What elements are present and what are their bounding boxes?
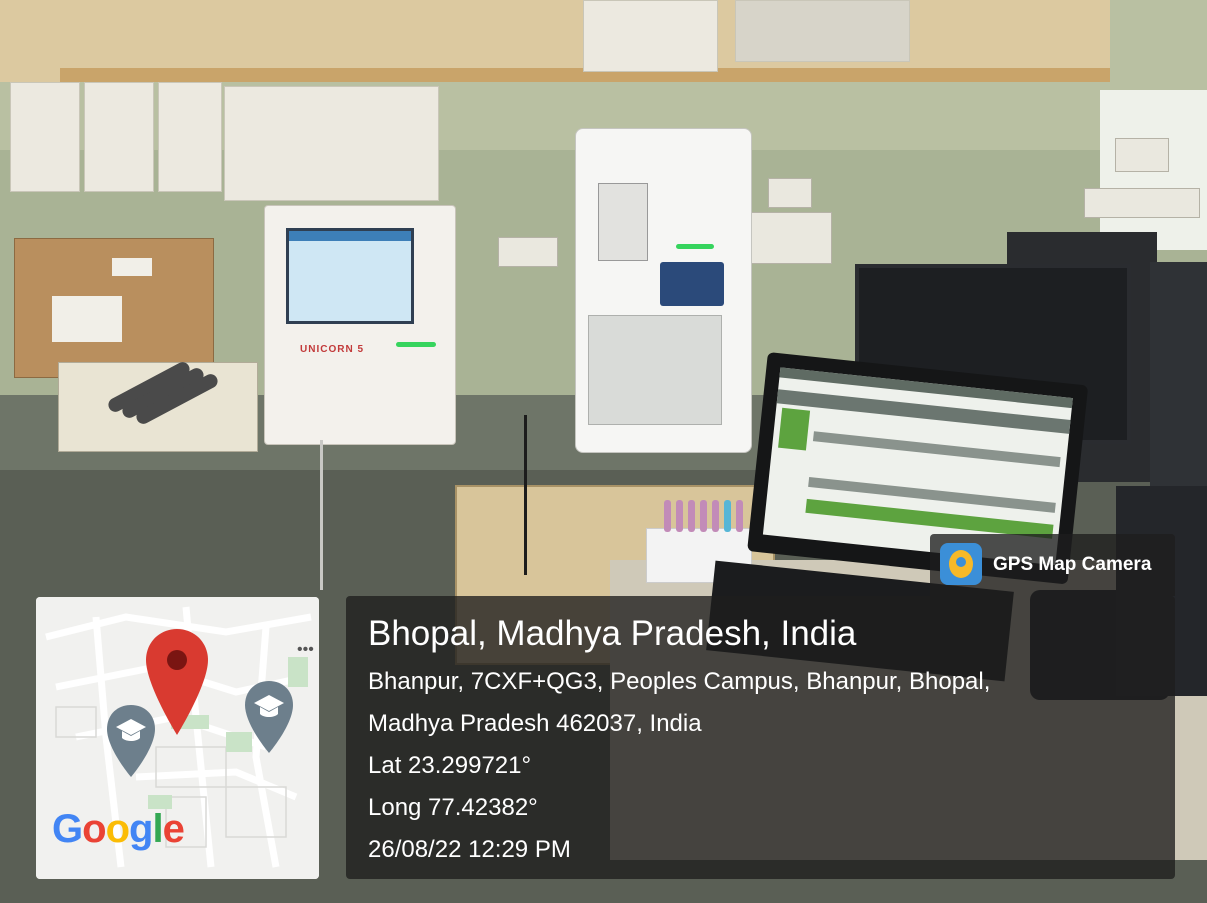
timestamp: 26/08/22 12:29 PM [368, 836, 571, 863]
map-more-icon: ••• [297, 641, 314, 658]
school-marker-icon [245, 681, 293, 753]
sample-tube [724, 500, 731, 532]
printer-slot [598, 183, 648, 261]
map-thumbnail[interactable]: ••• Google [36, 597, 319, 879]
analyzer-screen-bar [289, 231, 411, 241]
address-line-2: Madhya Pradesh 462037, India [368, 710, 702, 737]
keypad [660, 262, 724, 306]
power-socket [1084, 188, 1200, 218]
screen-row [812, 431, 1061, 468]
sample-tube [700, 500, 707, 532]
sample-tube [664, 500, 671, 532]
location-title: Bhopal, Madhya Pradesh, India [368, 614, 857, 653]
box-label [52, 296, 122, 342]
wall-paper [158, 82, 222, 192]
power-socket [498, 237, 558, 267]
wall-paper [84, 82, 154, 192]
google-logo: Google [52, 807, 185, 851]
printer-panel [588, 315, 722, 425]
sample-tube [688, 500, 695, 532]
power-socket [750, 212, 832, 264]
gps-camera-icon [940, 543, 982, 585]
wall-paper [735, 0, 910, 62]
analyzer-led [396, 342, 436, 347]
wall-paper [10, 82, 80, 192]
sample-tube [736, 500, 743, 532]
address-line-1: Bhanpur, 7CXF+QG3, Peoples Campus, Bhanp… [368, 668, 991, 695]
school-marker-icon [107, 705, 155, 777]
analyzer-screen [286, 228, 414, 324]
sample-tube [676, 500, 683, 532]
cable [524, 415, 527, 575]
wall-paper [224, 86, 439, 201]
cable [320, 440, 323, 590]
gps-camera-pin-dot [956, 557, 966, 567]
gps-camera-label: GPS Map Camera [993, 554, 1152, 575]
latitude: Lat 23.299721° [368, 752, 532, 779]
sample-tube [712, 500, 719, 532]
power-socket [768, 178, 812, 208]
display-led [676, 244, 714, 249]
power-socket [1115, 138, 1169, 172]
screen-sidebar [778, 407, 811, 451]
wall-paper [583, 0, 718, 72]
longitude: Long 77.42382° [368, 794, 538, 821]
cpu-case [1150, 262, 1207, 492]
box-label [112, 258, 152, 276]
analyzer-brand: UNICORN 5 [300, 344, 365, 355]
